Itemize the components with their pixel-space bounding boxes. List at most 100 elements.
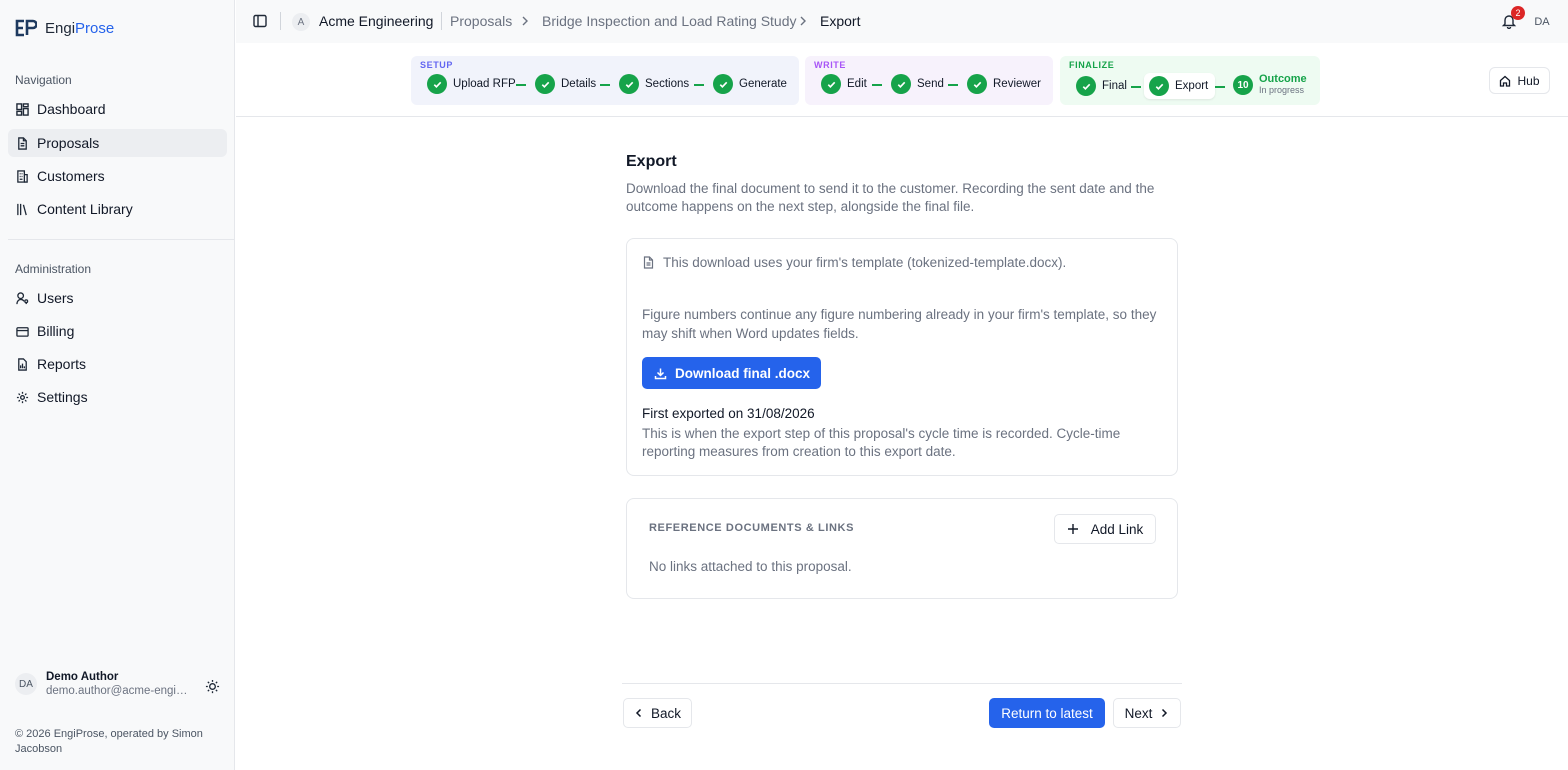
user-key-icon	[16, 291, 29, 304]
step-edit[interactable]: Edit	[821, 74, 867, 94]
check-icon	[1076, 76, 1096, 96]
sidebar-toggle-icon[interactable]	[253, 14, 267, 28]
library-icon	[17, 203, 27, 215]
sidebar-item-users[interactable]: Users	[8, 284, 227, 312]
stepper-group-write: WRITE Edit Send Reviewer	[805, 56, 1053, 105]
sidebar-item-label: Content Library	[37, 201, 133, 217]
check-icon	[891, 74, 911, 94]
template-note-text: This download uses your firm's template …	[663, 255, 1067, 270]
sidebar-item-label: Reports	[37, 356, 87, 372]
sidebar-item-reports[interactable]: Reports	[8, 350, 227, 378]
back-button[interactable]: Back	[623, 698, 692, 728]
check-icon	[1149, 76, 1169, 96]
group-label: SETUP	[420, 60, 454, 70]
sidebar-item-billing[interactable]: Billing	[8, 317, 227, 345]
sidebar-item-label: Proposals	[37, 135, 100, 151]
brand-logo-link[interactable]: EngiProse	[15, 19, 114, 37]
hub-button[interactable]: Hub	[1489, 67, 1550, 94]
sidebar-item-label: Dashboard	[37, 101, 106, 117]
step-final[interactable]: Final	[1076, 76, 1127, 96]
step-outcome[interactable]: 10 Outcome In progress	[1233, 74, 1307, 96]
step-connector	[516, 84, 526, 86]
download-final-docx-button[interactable]: Download final .docx	[642, 357, 822, 389]
notification-badge: 2	[1511, 6, 1525, 20]
brand-name: EngiProse	[45, 19, 115, 37]
next-button[interactable]: Next	[1113, 698, 1181, 728]
sun-icon[interactable]	[205, 679, 220, 694]
section-heading: REFERENCE DOCUMENTS & LINKS	[649, 522, 855, 534]
step-sections[interactable]: Sections	[619, 74, 689, 94]
sidebar-item-customers[interactable]: Customers	[8, 162, 227, 190]
credit-card-icon	[16, 326, 29, 337]
check-icon	[967, 74, 987, 94]
step-details[interactable]: Details	[535, 74, 596, 94]
export-card: This download uses your firm's template …	[626, 238, 1178, 476]
step-export[interactable]: Export	[1144, 73, 1216, 99]
step-connector	[948, 84, 958, 86]
add-link-label: Add Link	[1090, 521, 1144, 537]
user-name: Demo Author	[46, 671, 119, 683]
copyright: © 2026 EngiProse, operated by Simon Jaco…	[15, 728, 203, 755]
sidebar-item-content-library[interactable]: Content Library	[8, 195, 227, 223]
sidebar-item-label: Customers	[37, 168, 105, 184]
breadcrumb-proposals[interactable]: Proposals	[450, 13, 512, 29]
sidebar-divider	[8, 239, 235, 240]
avatar: DA	[15, 673, 37, 695]
sidebar-item-settings[interactable]: Settings	[8, 383, 227, 411]
breadcrumb-current: Export	[820, 13, 861, 29]
step-connector	[1215, 86, 1225, 88]
step-label: Details	[561, 78, 597, 90]
header-divider	[236, 116, 1568, 117]
hub-label: Hub	[1517, 73, 1540, 88]
file-icon	[643, 256, 654, 269]
plus-icon	[1067, 524, 1078, 534]
gear-icon	[16, 391, 29, 403]
user-menu[interactable]: DA Demo Author demo.author@acme-engineer…	[15, 670, 227, 698]
sidebar-item-proposals[interactable]: Proposals	[8, 129, 227, 157]
breadcrumb-proposal[interactable]: Bridge Inspection and Load Rating Study	[542, 13, 797, 29]
reference-links-card: REFERENCE DOCUMENTS & LINKS Add Link No …	[626, 498, 1178, 599]
administration-label: Administration	[15, 262, 92, 276]
sidebar: EngiProse Navigation Dashboard Proposals…	[0, 0, 235, 770]
logo-icon	[15, 19, 37, 37]
return-to-latest-button[interactable]: Return to latest	[989, 698, 1105, 728]
step-upload-rfp[interactable]: Upload RFP	[427, 74, 516, 94]
step-label: Upload RFP	[453, 78, 516, 90]
step-number: 10	[1233, 75, 1253, 95]
check-icon	[821, 74, 841, 94]
org-avatar: A	[292, 13, 310, 31]
building-icon	[17, 169, 28, 183]
document-icon	[18, 136, 27, 150]
step-connector	[694, 84, 704, 86]
group-label: WRITE	[814, 60, 846, 70]
footer-divider	[622, 683, 1182, 684]
step-label: Edit	[847, 78, 867, 90]
step-generate[interactable]: Generate	[713, 74, 787, 94]
empty-state: No links attached to this proposal.	[649, 559, 852, 574]
download-icon	[654, 368, 667, 379]
sidebar-item-dashboard[interactable]: Dashboard	[8, 95, 227, 123]
figure-numbering-note: Figure numbers continue any figure numbe…	[642, 307, 1157, 341]
add-link-button[interactable]: Add Link	[1054, 514, 1156, 544]
cycle-time-note: This is when the export step of this pro…	[642, 426, 1121, 459]
sidebar-item-label: Users	[37, 290, 74, 306]
user-avatar-button[interactable]: DA	[1530, 10, 1554, 34]
org-switcher[interactable]: Acme Engineering	[319, 13, 433, 29]
step-send[interactable]: Send	[891, 74, 944, 94]
home-icon	[1500, 75, 1511, 87]
top-bar: A Acme Engineering Proposals Bridge Insp…	[236, 0, 1568, 43]
step-connector	[872, 84, 882, 86]
check-icon	[713, 74, 733, 94]
user-email: demo.author@acme-engineering.com	[46, 685, 191, 697]
back-label: Back	[650, 705, 681, 721]
sidebar-item-label: Settings	[37, 389, 88, 405]
page-description: Download the final document to send it t…	[626, 181, 1155, 214]
sidebar-item-label: Billing	[37, 323, 75, 339]
step-connector	[1131, 86, 1141, 88]
step-reviewer[interactable]: Reviewer	[967, 74, 1041, 94]
check-icon	[619, 74, 639, 94]
step-connector	[600, 84, 610, 86]
step-label: Send	[917, 78, 944, 90]
step-label: Reviewer	[993, 78, 1041, 90]
stepper-group-finalize: FINALIZE Final Export 10 Outcome In prog…	[1060, 56, 1320, 105]
